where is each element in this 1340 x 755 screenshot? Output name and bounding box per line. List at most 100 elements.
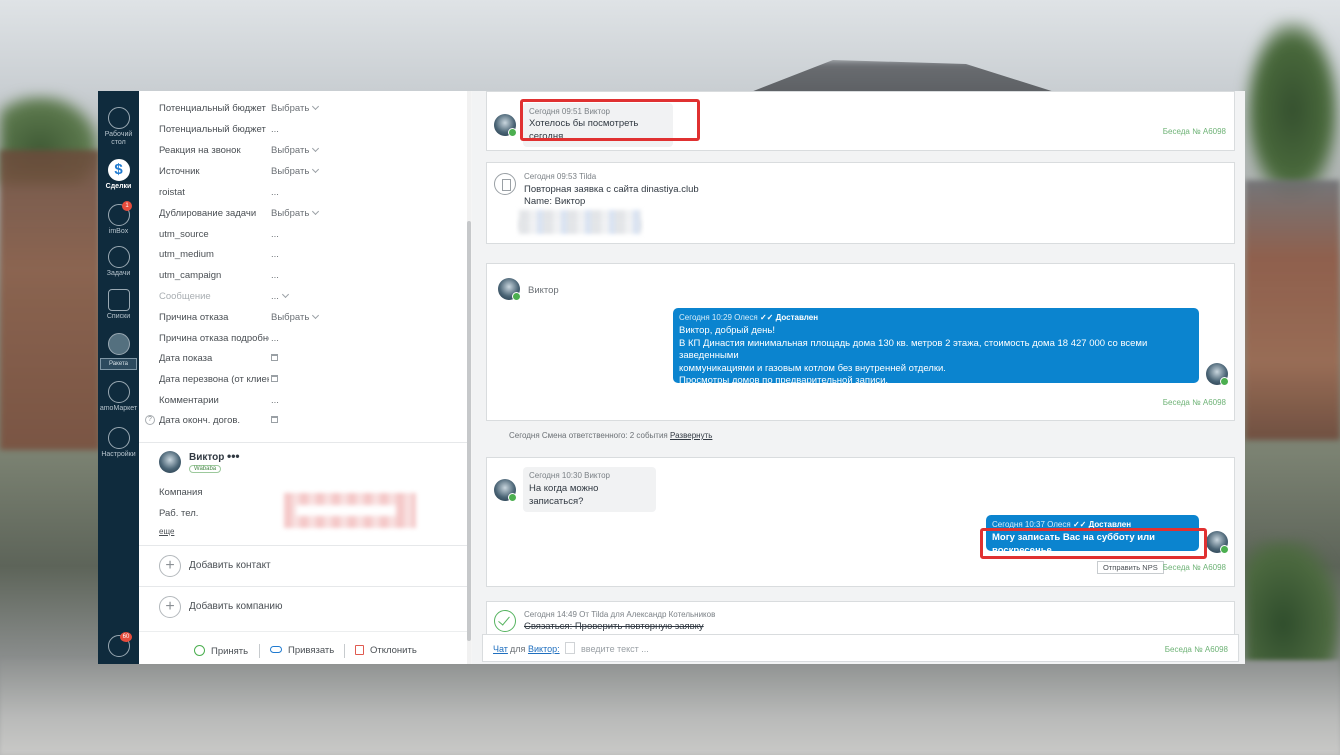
calendar-icon <box>271 375 278 382</box>
unsorted-actions: Принять Привязать Отклонить <box>139 631 467 664</box>
chevron-down-icon <box>312 207 320 216</box>
field-callback-date[interactable]: Дата перезвона (от клиента) <box>159 374 459 390</box>
add-contact-button[interactable]: + Добавить контакт <box>159 555 459 577</box>
background-house-right <box>1245 180 1340 440</box>
field-comments[interactable]: Комментарии ... <box>159 395 459 411</box>
add-company-button[interactable]: + Добавить компанию <box>159 596 459 618</box>
contact-avatar[interactable] <box>159 451 181 473</box>
calendar-icon <box>271 354 278 361</box>
contact-channel-tag: Wababa <box>189 465 222 473</box>
field-task-duplication[interactable]: Дублирование задачи Выбрать <box>159 207 459 224</box>
chat-mode-link[interactable]: Чат <box>493 644 508 654</box>
nav-item-imbox[interactable]: 1 imBox <box>98 201 139 236</box>
help-icon[interactable]: ? <box>145 415 155 425</box>
background-road <box>0 660 1340 755</box>
lead-card-panel: Потенциальный бюджет Выбрать Потенциальн… <box>139 91 471 664</box>
link-button[interactable]: Привязать <box>270 645 334 656</box>
message-input[interactable] <box>581 641 1081 657</box>
feed-note-conversation: Сегодня 10:30 Виктор На когда можно запи… <box>486 457 1235 587</box>
rocket-icon <box>107 333 130 355</box>
field-contract-end-date[interactable]: ? Дата оконч. догов. <box>145 415 459 431</box>
field-utm-campaign[interactable]: utm_campaign ... <box>159 270 459 286</box>
calendar-icon <box>271 416 278 423</box>
check-circle-icon <box>194 645 205 656</box>
feed-note-outgoing-offer: Виктор Сегодня 10:29 Олеся ✓✓ Доставлен … <box>486 263 1235 421</box>
avatar[interactable] <box>494 479 517 502</box>
crm-window: Рабочий стол $ Сделки 1 imBox Задачи Спи… <box>98 91 1245 664</box>
avatar[interactable] <box>1206 531 1229 554</box>
plus-icon: + <box>159 596 181 618</box>
contact-menu-button[interactable]: ••• <box>227 449 240 463</box>
chevron-down-icon <box>312 311 320 320</box>
nav-item-amomarket[interactable]: amoМаркет <box>98 381 139 413</box>
imbox-badge: 1 <box>122 201 132 211</box>
chevron-down-icon <box>312 144 320 153</box>
avatar[interactable] <box>1206 363 1229 386</box>
contact-name[interactable]: Виктор <box>189 452 224 463</box>
field-reject-reason-details[interactable]: Причина отказа подробнее ... <box>159 333 459 349</box>
background-trees-right <box>1245 20 1340 200</box>
highlight-box <box>520 99 700 141</box>
divider <box>139 545 467 546</box>
expand-link[interactable]: Развернуть <box>670 431 712 440</box>
field-potential-budget-select[interactable]: Потенциальный бюджет Выбрать <box>159 102 459 119</box>
check-circle-icon[interactable] <box>494 610 516 632</box>
divider <box>139 442 467 443</box>
message-bubble-outgoing: Сегодня 10:29 Олеся ✓✓ Доставлен Виктор,… <box>673 308 1199 386</box>
accept-button[interactable]: Принять <box>194 645 248 657</box>
field-call-reaction[interactable]: Реакция на звонок Выбрать <box>159 144 459 161</box>
card-scrollbar-thumb[interactable] <box>467 221 471 641</box>
redacted-phone <box>284 493 416 528</box>
nav-item-rocket-icon[interactable] <box>98 333 139 357</box>
chevron-down-icon <box>312 102 320 111</box>
message-composer: Чат для Виктор: Беседа № A6098 <box>482 634 1239 662</box>
message-bubble-incoming: Сегодня 10:30 Виктор На когда можно запи… <box>523 467 656 512</box>
field-reject-reason[interactable]: Причина отказа Выбрать <box>159 311 459 328</box>
divider <box>139 586 467 587</box>
field-potential-budget-text[interactable]: Потенциальный бюджет ... <box>159 124 459 140</box>
avatar[interactable] <box>498 278 521 301</box>
nav-item-lists[interactable]: Списки <box>98 289 139 321</box>
nav-item-rocket[interactable]: Ракета <box>100 358 137 370</box>
field-source[interactable]: Источник Выбрать <box>159 165 459 182</box>
nav-item-deals[interactable]: $ Сделки <box>98 159 139 191</box>
document-icon <box>494 173 516 195</box>
highlight-box <box>980 528 1207 559</box>
conversation-link[interactable]: Беседа № A6098 <box>1163 398 1226 407</box>
nav-item-notifications[interactable]: 60 <box>98 632 139 659</box>
nav-item-settings[interactable]: Настройки <box>98 427 139 459</box>
redacted-line <box>519 220 641 234</box>
check-icon <box>107 246 130 268</box>
nav-item-tasks[interactable]: Задачи <box>98 246 139 278</box>
conversation-link[interactable]: Беседа № A6098 <box>1165 645 1228 654</box>
gauge-icon <box>107 107 130 129</box>
plus-icon: + <box>159 555 181 577</box>
nav-item-dashboard[interactable]: Рабочий стол <box>98 107 139 147</box>
field-roistat[interactable]: roistat ... <box>159 187 459 203</box>
market-icon <box>107 381 130 403</box>
chevron-down-icon[interactable] <box>565 642 575 654</box>
recipient-link[interactable]: Виктор: <box>528 644 560 654</box>
send-nps-button[interactable]: Отправить NPS <box>1097 561 1164 574</box>
chevron-down-icon <box>312 165 320 174</box>
field-message[interactable]: Сообщение ... <box>159 290 459 307</box>
more-link[interactable]: еще <box>159 527 174 536</box>
reject-button[interactable]: Отклонить <box>355 645 417 656</box>
chevron-down-icon <box>281 290 289 299</box>
left-nav: Рабочий стол $ Сделки 1 imBox Задачи Спи… <box>98 91 139 664</box>
feed-note-tilda-request: Сегодня 09:53 Tilda Повторная заявка с с… <box>486 162 1235 244</box>
field-show-date[interactable]: Дата показа <box>159 353 459 369</box>
chat-feed: Сегодня 09:51 Виктор Хотелось бы посмотр… <box>472 91 1245 664</box>
system-event: Сегодня Смена ответственного: 2 события … <box>509 431 713 440</box>
background-house-left <box>0 150 100 450</box>
list-icon <box>107 289 130 311</box>
avatar[interactable] <box>494 114 517 137</box>
wrench-icon <box>107 427 130 449</box>
notifications-badge: 60 <box>120 632 132 642</box>
dollar-icon: $ <box>107 159 130 181</box>
field-utm-source[interactable]: utm_source ... <box>159 229 459 245</box>
conversation-link[interactable]: Беседа № A6098 <box>1163 563 1226 572</box>
background-shrubs <box>1245 540 1340 680</box>
field-utm-medium[interactable]: utm_medium ... <box>159 249 459 265</box>
conversation-link[interactable]: Беседа № A6098 <box>1163 127 1226 136</box>
